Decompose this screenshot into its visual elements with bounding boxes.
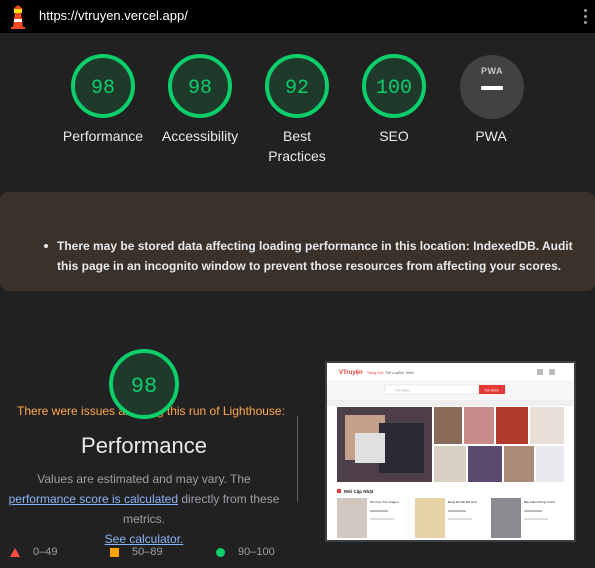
bullet-icon bbox=[44, 244, 48, 248]
svg-text:Tìm: Tìm bbox=[398, 371, 404, 375]
score-calculated-link[interactable]: performance score is calculated bbox=[9, 492, 178, 506]
svg-text:Tìm Kiếm: Tìm Kiếm bbox=[484, 389, 499, 393]
performance-description: Values are estimated and may vary. The p… bbox=[8, 472, 280, 546]
gauge-title: Best Practices bbox=[268, 128, 326, 164]
svg-text:Đang Bị Giết Bởi Anh...: Đang Bị Giết Bởi Anh... bbox=[448, 500, 479, 504]
svg-text:92: 92 bbox=[285, 77, 309, 100]
score-ring-icon: 98 bbox=[71, 54, 135, 118]
square-icon bbox=[110, 547, 119, 557]
svg-text:VTruyện: VTruyện bbox=[339, 370, 363, 376]
svg-text:Wo Over The Dragon...: Wo Over The Dragon... bbox=[370, 500, 401, 504]
final-screenshot[interactable]: VTruyện Trang Chủ Thể Loại Tìm Kiếm Tìm … bbox=[325, 361, 576, 542]
see-calculator-link[interactable]: See calculator. bbox=[105, 532, 184, 546]
divider bbox=[297, 416, 298, 502]
legend-pass: 90–100 bbox=[216, 546, 275, 558]
page-screenshot-image: VTruyện Trang Chủ Thể Loại Tìm Kiếm Tìm … bbox=[327, 363, 574, 540]
gauge-accessibility[interactable]: 98 Accessibility bbox=[150, 52, 250, 146]
score-ring-icon: 92 bbox=[265, 54, 329, 118]
svg-text:Trang Chủ: Trang Chủ bbox=[367, 371, 383, 375]
svg-text:98: 98 bbox=[91, 77, 115, 100]
gauge-title: Accessibility bbox=[161, 128, 239, 144]
report-url[interactable]: https://vtruyen.vercel.app/ bbox=[39, 8, 188, 23]
legend-average: 50–89 bbox=[110, 546, 163, 558]
gauge-best-practices[interactable]: 92 Best Practices bbox=[247, 52, 347, 166]
svg-text:Thể Loại: Thể Loại bbox=[385, 371, 399, 375]
performance-gauge-icon: 98 bbox=[109, 349, 179, 419]
score-ring-icon: 98 bbox=[168, 54, 232, 118]
circle-icon bbox=[216, 547, 225, 557]
gauge-title: Performance bbox=[62, 128, 144, 144]
score-ring-icon: 100 bbox=[362, 54, 426, 118]
svg-text:98: 98 bbox=[131, 374, 157, 399]
more-options-icon[interactable] bbox=[582, 9, 588, 25]
svg-text:98: 98 bbox=[188, 77, 212, 100]
top-bar: https://vtruyen.vercel.app/ bbox=[0, 0, 595, 33]
svg-text:100: 100 bbox=[376, 77, 412, 100]
gauge-performance[interactable]: 98 Performance bbox=[53, 52, 153, 146]
performance-title: Performance bbox=[81, 433, 207, 458]
legend-fail: 0–49 bbox=[10, 546, 57, 558]
svg-text:Kiếm: Kiếm bbox=[406, 371, 414, 375]
svg-text:Bảo Gấm Không Chính...: Bảo Gấm Không Chính... bbox=[524, 500, 558, 504]
pwa-badge-icon: PWA bbox=[460, 55, 524, 119]
gauge-title: PWA bbox=[475, 128, 507, 144]
svg-text:Tìm kiếm...: Tìm kiếm... bbox=[395, 389, 412, 393]
gauge-seo[interactable]: 100 SEO bbox=[344, 52, 444, 146]
warning-item: There may be stored data affecting loadi… bbox=[57, 239, 573, 273]
lighthouse-logo-icon bbox=[11, 5, 25, 29]
svg-text:Mới Cập Nhật: Mới Cập Nhật bbox=[344, 489, 374, 494]
gauge-title: SEO bbox=[379, 128, 409, 144]
triangle-icon bbox=[10, 547, 20, 557]
warning-box: There were issues affecting this run of … bbox=[0, 192, 595, 418]
